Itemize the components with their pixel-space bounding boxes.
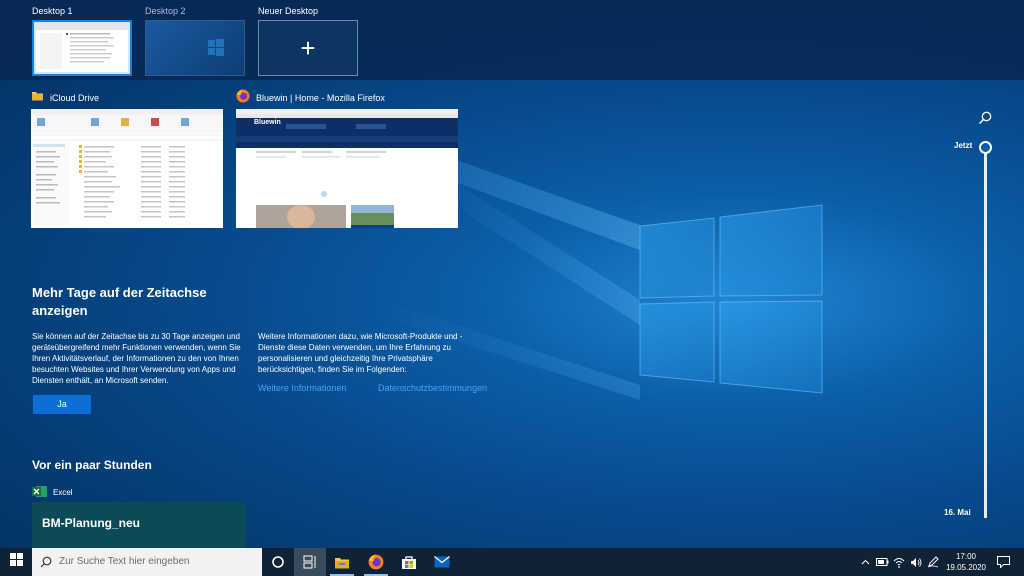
pen-workspace-button[interactable] xyxy=(925,548,941,576)
app-name: Excel xyxy=(53,488,73,497)
clock-date: 19.05.2020 xyxy=(945,563,987,572)
firefox-icon xyxy=(236,89,250,108)
window-title: Bluewin | Home - Mozilla Firefox xyxy=(256,93,385,103)
wallpaper xyxy=(230,80,823,400)
timeline-date-label: 16. Mai xyxy=(944,508,971,517)
window-thumbnail-explorer[interactable] xyxy=(31,109,223,228)
firefox-page-preview xyxy=(236,109,458,228)
timeline-now-label: Jetzt xyxy=(954,141,973,150)
promo-text-right: Weitere Informationen dazu, wie Microsof… xyxy=(258,332,463,374)
new-desktop-label: Neuer Desktop xyxy=(258,6,319,16)
firefox-icon xyxy=(368,554,384,570)
activity-app-label: Excel xyxy=(32,485,73,500)
search-icon xyxy=(40,556,52,568)
store-icon xyxy=(402,555,416,569)
desktop-2-wallpaper-preview xyxy=(208,39,224,56)
task-view-button[interactable] xyxy=(294,548,326,576)
mail-icon xyxy=(434,556,450,568)
clock-time: 17:00 xyxy=(955,552,977,561)
show-hidden-icons-button[interactable] xyxy=(857,548,873,576)
excel-icon xyxy=(32,485,48,500)
desktop-1-preview xyxy=(36,24,128,69)
timeline-track[interactable] xyxy=(984,150,987,518)
privacy-link[interactable]: Datenschutzbestimmungen xyxy=(378,383,487,393)
window-thumbnail-firefox[interactable]: Bluewin xyxy=(236,109,458,228)
yes-button[interactable]: Ja xyxy=(33,395,91,414)
new-desktop-button[interactable]: + xyxy=(258,20,358,76)
windows-logo-icon xyxy=(9,553,23,571)
section-heading: Vor ein paar Stunden xyxy=(32,458,152,472)
notification-icon xyxy=(996,556,1010,568)
start-button[interactable] xyxy=(0,548,32,576)
firefox-taskbar-button[interactable] xyxy=(360,548,392,576)
promo-title: Mehr Tage auf der Zeitachse anzeigen xyxy=(32,285,207,318)
promo-text-left: Sie können auf der Zeitachse bis zu 30 T… xyxy=(32,332,241,385)
desktop-1[interactable]: Desktop 1 xyxy=(32,5,132,76)
file-explorer-button[interactable] xyxy=(326,548,358,576)
folder-icon xyxy=(31,89,44,107)
explorer-preview xyxy=(31,109,223,226)
desktop-1-label: Desktop 1 xyxy=(32,6,73,16)
store-button[interactable] xyxy=(393,548,425,576)
wifi-icon xyxy=(893,557,905,568)
task-view-icon xyxy=(303,555,316,569)
window-icloud-drive[interactable]: iCloud Drive xyxy=(31,90,223,228)
taskbar: Zur Suche Text hier eingeben 17:00 19.05… xyxy=(0,548,1024,576)
pen-icon xyxy=(927,556,939,568)
network-button[interactable] xyxy=(891,548,907,576)
new-desktop[interactable]: Neuer Desktop + xyxy=(258,5,358,76)
window-firefox[interactable]: Bluewin | Home - Mozilla Firefox Bluewin xyxy=(236,89,458,228)
activity-card-title: BM-Planung_neu xyxy=(42,516,140,530)
timeline-search-icon[interactable] xyxy=(978,111,992,130)
activity-card[interactable]: BM-Planung_neu xyxy=(32,502,246,548)
volume-icon xyxy=(911,557,922,567)
mail-button[interactable] xyxy=(426,548,458,576)
cortana-icon xyxy=(272,556,284,568)
desktop-2-label: Desktop 2 xyxy=(145,6,186,16)
taskbar-clock[interactable]: 17:00 19.05.2020 xyxy=(944,551,988,573)
timeline-handle[interactable] xyxy=(979,141,992,154)
window-title: iCloud Drive xyxy=(50,93,100,103)
battery-icon xyxy=(875,558,888,566)
file-explorer-icon xyxy=(335,557,349,568)
desktop-1-thumbnail[interactable] xyxy=(32,20,132,76)
desktop-2-thumbnail[interactable] xyxy=(145,20,245,76)
virtual-desktops-bar: Desktop 1 Desktop 2 Neuer Desktop + xyxy=(0,0,1024,80)
volume-button[interactable] xyxy=(908,548,924,576)
search-placeholder: Zur Suche Text hier eingeben xyxy=(59,556,190,567)
taskbar-search-box[interactable]: Zur Suche Text hier eingeben xyxy=(32,548,262,576)
battery-button[interactable] xyxy=(874,548,890,576)
action-center-button[interactable] xyxy=(994,548,1012,576)
desktop-2[interactable]: Desktop 2 xyxy=(145,5,245,76)
plus-icon: + xyxy=(300,33,316,63)
chevron-up-icon xyxy=(861,559,869,565)
more-info-link[interactable]: Weitere Informationen xyxy=(258,383,346,393)
bluewin-logo: Bluewin xyxy=(254,119,281,126)
cortana-button[interactable] xyxy=(262,548,294,576)
